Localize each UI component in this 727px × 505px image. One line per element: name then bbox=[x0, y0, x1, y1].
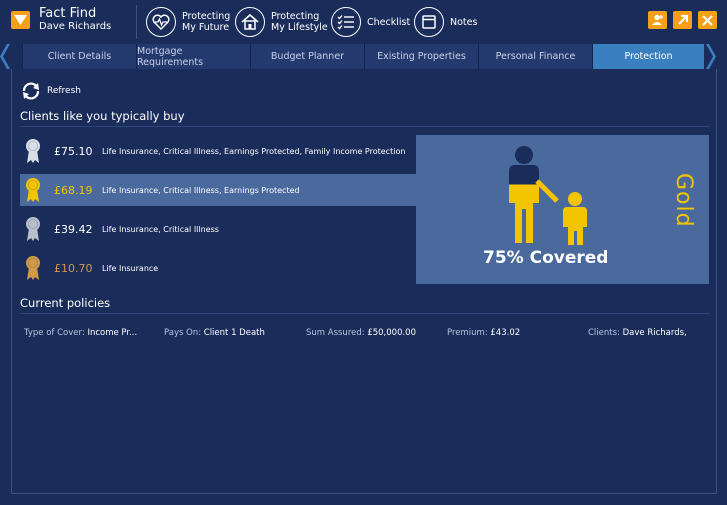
add-client-button[interactable] bbox=[648, 11, 667, 29]
close-icon bbox=[702, 14, 713, 26]
policy-premium-label: Premium: bbox=[447, 328, 488, 338]
recommendation-description: Life Insurance, Critical Illness bbox=[102, 224, 219, 234]
recommendation-price: £10.70 bbox=[54, 261, 93, 275]
nav-label-line2: My Lifestyle bbox=[271, 22, 328, 33]
nav-checklist[interactable]: Checklist bbox=[331, 6, 410, 38]
divider bbox=[20, 313, 710, 314]
nav-protecting-my-future[interactable]: Protecting My Future bbox=[146, 6, 230, 38]
recommendation-price: £68.19 bbox=[54, 183, 93, 197]
policy-type-label: Type of Cover: bbox=[24, 328, 85, 338]
protection-panel: Refresh Clients like you typically buy £… bbox=[11, 69, 717, 494]
tab-personal-finance[interactable]: Personal Finance bbox=[478, 44, 592, 69]
recommendation-row[interactable]: £39.42 Life Insurance, Critical Illness bbox=[20, 213, 416, 245]
cover-level: Gold bbox=[671, 173, 696, 228]
policy-sum-value: £50,000.00 bbox=[367, 328, 416, 338]
nav-protecting-my-lifestyle[interactable]: Protecting My Lifestyle bbox=[235, 6, 328, 38]
recommendation-price: £39.42 bbox=[54, 222, 93, 236]
cover-percentage: 75% Covered bbox=[483, 248, 609, 268]
header-divider bbox=[136, 5, 137, 39]
silver-medal-icon bbox=[26, 217, 40, 241]
client-name: Dave Richards bbox=[39, 21, 112, 32]
recommendation-row[interactable]: £10.70 Life Insurance bbox=[20, 252, 416, 284]
cover-summary: 75% Covered Gold bbox=[416, 135, 709, 284]
checklist-icon bbox=[331, 7, 361, 37]
tab-budget-planner[interactable]: Budget Planner bbox=[250, 44, 364, 69]
notes-icon bbox=[414, 7, 444, 37]
policy-row[interactable]: Type of Cover: Income Pr... Pays On: Cli… bbox=[24, 328, 714, 342]
family-cover-icon bbox=[509, 146, 587, 245]
policy-clients-label: Clients: bbox=[588, 328, 620, 338]
tab-client-details[interactable]: Client Details bbox=[22, 44, 136, 69]
policy-sum-label: Sum Assured: bbox=[306, 328, 365, 338]
nav-label-line1: Notes bbox=[450, 16, 478, 28]
add-person-icon bbox=[652, 14, 663, 25]
policies-heading: Current policies bbox=[20, 296, 111, 310]
refresh-button[interactable]: Refresh bbox=[21, 82, 81, 100]
recommendation-description: Life Insurance, Critical Illness, Earnin… bbox=[102, 185, 300, 195]
divider bbox=[20, 126, 710, 127]
gold-medal-icon bbox=[26, 178, 40, 202]
recommendation-price: £75.10 bbox=[54, 144, 93, 158]
close-button[interactable] bbox=[698, 11, 717, 29]
recommendation-description: Life Insurance bbox=[102, 263, 159, 273]
app-header: Fact Find Dave Richards Protecting My Fu… bbox=[0, 0, 727, 44]
policy-pays-value: Client 1 Death bbox=[203, 328, 265, 338]
tab-existing-properties[interactable]: Existing Properties bbox=[364, 44, 478, 69]
nav-label-line1: Protecting bbox=[182, 11, 231, 22]
recommendations-heading: Clients like you typically buy bbox=[20, 109, 185, 123]
expand-arrow-icon bbox=[677, 15, 688, 25]
policy-type-value: Income Pr... bbox=[87, 328, 138, 338]
tab-mortgage-requirements[interactable]: Mortgage Requirements bbox=[136, 44, 250, 69]
policy-clients-value: Dave Richards, bbox=[622, 328, 687, 338]
tab-bar: Client Details Mortgage Requirements Bud… bbox=[0, 44, 727, 69]
policy-premium-value: £43.02 bbox=[490, 328, 521, 338]
nav-label-line2: My Future bbox=[182, 22, 230, 33]
bronze-medal-icon bbox=[26, 256, 40, 280]
nav-label-line1: Checklist bbox=[367, 16, 411, 28]
tabs-scroll-left-icon[interactable] bbox=[0, 44, 10, 69]
app-title: Fact Find bbox=[39, 6, 97, 21]
recommendation-row[interactable]: £75.10 Life Insurance, Critical Illness,… bbox=[20, 135, 416, 167]
policy-pays-label: Pays On: bbox=[164, 328, 202, 338]
home-icon bbox=[235, 7, 265, 37]
expand-button[interactable] bbox=[673, 11, 692, 29]
heart-pulse-icon bbox=[146, 7, 176, 37]
recommendation-description: Life Insurance, Critical Illness, Earnin… bbox=[102, 146, 406, 156]
menu-dropdown-button[interactable] bbox=[11, 11, 30, 29]
refresh-label: Refresh bbox=[47, 86, 81, 96]
nav-label-line1: Protecting bbox=[271, 11, 320, 22]
tabs-scroll-right-icon[interactable] bbox=[706, 44, 716, 69]
nav-notes[interactable]: Notes bbox=[414, 6, 477, 38]
refresh-icon bbox=[22, 82, 40, 100]
tab-protection[interactable]: Protection bbox=[592, 44, 704, 69]
recommendation-row-selected[interactable]: £68.19 Life Insurance, Critical Illness,… bbox=[20, 174, 416, 206]
platinum-medal-icon bbox=[26, 139, 40, 163]
